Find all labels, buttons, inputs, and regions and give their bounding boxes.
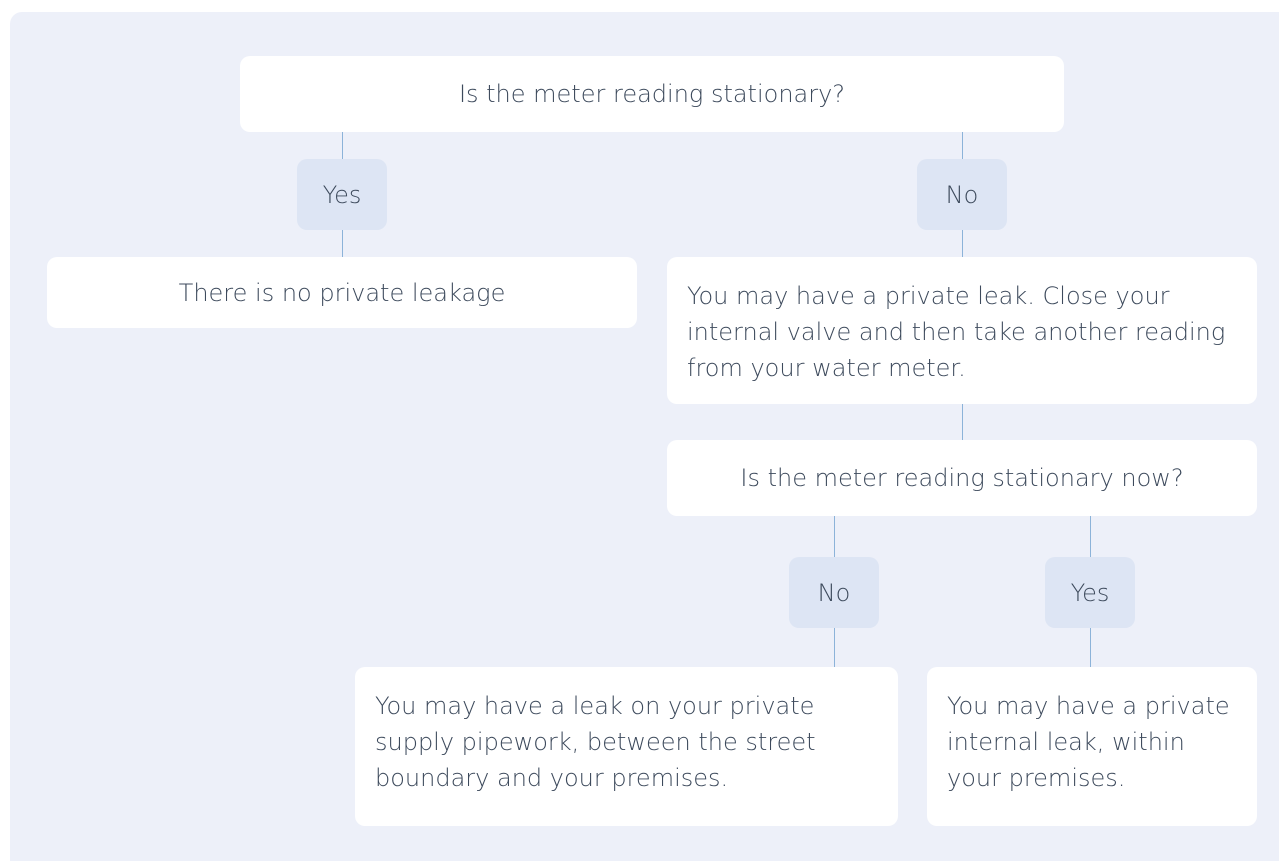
result-internal-leak: You may have a private internal leak, wi… [927, 667, 1257, 826]
connector-no-result [962, 230, 963, 257]
connector-q2-no [834, 516, 835, 557]
question-stationary: Is the meter reading stationary? [240, 56, 1064, 132]
connector-result-q2 [962, 404, 963, 440]
answer-no-label-2: No [789, 557, 879, 628]
question-stationary-now: Is the meter reading stationary now? [667, 440, 1257, 516]
answer-no-label: No [917, 159, 1007, 230]
connector-yes-result [342, 230, 343, 257]
answer-yes-label-2: Yes [1045, 557, 1135, 628]
result-supply-pipe-leak: You may have a leak on your private supp… [355, 667, 898, 826]
connector-q1-no [962, 132, 963, 159]
connector-q2-yes [1090, 516, 1091, 557]
result-possible-leak: You may have a private leak. Close your … [667, 257, 1257, 404]
connector-q1-yes [342, 132, 343, 159]
result-no-leakage: There is no private leakage [47, 257, 637, 328]
connector-yes2-result [1090, 628, 1091, 667]
connector-no2-result [834, 628, 835, 667]
answer-yes-label: Yes [297, 159, 387, 230]
